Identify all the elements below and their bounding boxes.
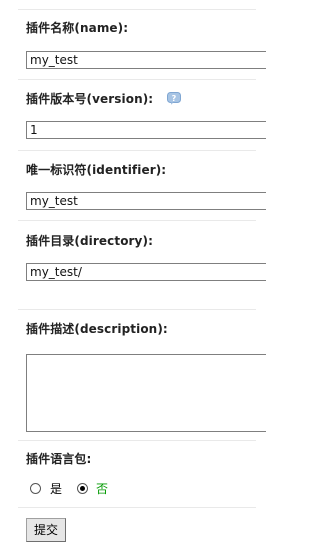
- identifier-input[interactable]: my_test: [26, 192, 266, 210]
- description-textarea[interactable]: [26, 354, 266, 432]
- divider: [18, 9, 256, 10]
- radio-yes[interactable]: [30, 483, 41, 494]
- divider: [18, 79, 256, 80]
- radio-no[interactable]: [77, 483, 88, 494]
- radio-yes-label[interactable]: 是: [50, 482, 62, 496]
- name-label: 插件名称(name):: [26, 21, 129, 35]
- plugin-form: 插件名称(name): my_test 插件版本号(version): ? 1 …: [0, 0, 266, 542]
- radio-selected-dot: [80, 486, 85, 491]
- radio-no-label[interactable]: 否: [96, 482, 108, 496]
- version-input[interactable]: 1: [26, 121, 266, 139]
- name-input[interactable]: my_test: [26, 51, 266, 69]
- directory-label: 插件目录(directory):: [26, 234, 153, 248]
- divider: [18, 440, 256, 441]
- directory-input[interactable]: my_test/: [26, 263, 266, 281]
- divider: [18, 507, 256, 508]
- divider: [18, 220, 256, 221]
- question-icon[interactable]: ?: [167, 92, 181, 105]
- svg-text:?: ?: [172, 94, 177, 103]
- description-label: 插件描述(description):: [26, 322, 168, 336]
- identifier-label: 唯一标识符(identifier):: [26, 163, 167, 177]
- divider: [18, 150, 256, 151]
- submit-button[interactable]: 提交: [26, 518, 66, 542]
- language-pack-label: 插件语言包:: [26, 452, 92, 466]
- divider: [18, 309, 256, 310]
- version-label: 插件版本号(version):: [26, 92, 154, 106]
